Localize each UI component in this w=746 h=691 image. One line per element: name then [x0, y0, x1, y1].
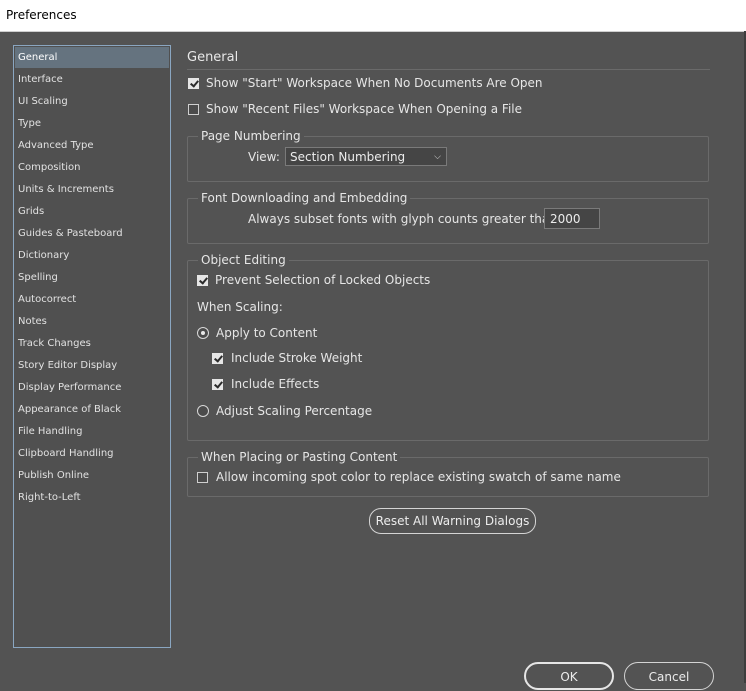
- object-editing-title: Object Editing: [198, 253, 289, 267]
- include-effects-label[interactable]: Include Effects: [231, 377, 319, 391]
- placing-title: When Placing or Pasting Content: [198, 450, 401, 464]
- sidebar-item-grids[interactable]: Grids: [15, 201, 169, 222]
- sidebar-item-right-to-left[interactable]: Right-to-Left: [15, 487, 169, 508]
- sidebar-item-ui-scaling[interactable]: UI Scaling: [15, 91, 169, 112]
- title-bar: Preferences: [0, 0, 746, 32]
- page-title: General: [187, 50, 239, 65]
- cancel-button[interactable]: Cancel: [624, 662, 714, 690]
- sidebar-item-notes[interactable]: Notes: [15, 311, 169, 332]
- sidebar-item-track-changes[interactable]: Track Changes: [15, 333, 169, 354]
- prevent-selection-checkbox[interactable]: [197, 275, 208, 286]
- sidebar-item-file-handling[interactable]: File Handling: [15, 421, 169, 442]
- include-stroke-weight-checkbox[interactable]: [212, 353, 223, 364]
- sidebar-item-publish-online[interactable]: Publish Online: [15, 465, 169, 486]
- show-recent-files-checkbox[interactable]: [188, 104, 199, 115]
- window-title: Preferences: [6, 8, 77, 22]
- apply-to-content-label[interactable]: Apply to Content: [216, 326, 317, 340]
- spot-color-checkbox[interactable]: [197, 472, 208, 483]
- show-start-workspace-label[interactable]: Show "Start" Workspace When No Documents…: [206, 76, 543, 90]
- reset-warning-dialogs-button[interactable]: Reset All Warning Dialogs: [369, 508, 536, 534]
- spot-color-label[interactable]: Allow incoming spot color to replace exi…: [216, 470, 621, 484]
- sidebar-item-spelling[interactable]: Spelling: [15, 267, 169, 288]
- include-stroke-weight-label[interactable]: Include Stroke Weight: [231, 351, 362, 365]
- adjust-scaling-percentage-radio[interactable]: [197, 405, 209, 417]
- when-scaling-label: When Scaling:: [197, 300, 283, 314]
- sidebar-item-advanced-type[interactable]: Advanced Type: [15, 135, 169, 156]
- title-divider: [187, 69, 710, 70]
- font-downloading-title: Font Downloading and Embedding: [198, 191, 411, 205]
- sidebar-item-clipboard-handling[interactable]: Clipboard Handling: [15, 443, 169, 464]
- subset-fonts-label: Always subset fonts with glyph counts gr…: [248, 212, 561, 226]
- sidebar-item-interface[interactable]: Interface: [15, 69, 169, 90]
- sidebar-item-story-editor-display[interactable]: Story Editor Display: [15, 355, 169, 376]
- sidebar-item-display-performance[interactable]: Display Performance: [15, 377, 169, 398]
- view-label: View:: [248, 150, 280, 164]
- sidebar-item-type[interactable]: Type: [15, 113, 169, 134]
- chevron-down-icon: ⌵: [434, 151, 441, 161]
- sidebar-item-guides-pasteboard[interactable]: Guides & Pasteboard: [15, 223, 169, 244]
- sidebar-item-composition[interactable]: Composition: [15, 157, 169, 178]
- show-start-workspace-checkbox[interactable]: [188, 78, 199, 89]
- page-numbering-view-value: Section Numbering: [290, 150, 406, 164]
- sidebar-item-general[interactable]: General: [15, 47, 169, 68]
- page-numbering-title: Page Numbering: [198, 129, 304, 143]
- category-list[interactable]: General Interface UI Scaling Type Advanc…: [13, 45, 171, 648]
- sidebar-item-dictionary[interactable]: Dictionary: [15, 245, 169, 266]
- sidebar-item-units-increments[interactable]: Units & Increments: [15, 179, 169, 200]
- adjust-scaling-percentage-label[interactable]: Adjust Scaling Percentage: [216, 404, 372, 418]
- ok-button[interactable]: OK: [524, 662, 614, 690]
- prevent-selection-label[interactable]: Prevent Selection of Locked Objects: [215, 273, 430, 287]
- page-numbering-view-select[interactable]: Section Numbering ⌵: [285, 147, 447, 166]
- apply-to-content-radio[interactable]: [197, 327, 209, 339]
- include-effects-checkbox[interactable]: [212, 379, 223, 390]
- sidebar-item-autocorrect[interactable]: Autocorrect: [15, 289, 169, 310]
- sidebar-item-appearance-of-black[interactable]: Appearance of Black: [15, 399, 169, 420]
- show-recent-files-label[interactable]: Show "Recent Files" Workspace When Openi…: [206, 102, 522, 116]
- glyph-count-input[interactable]: 2000: [544, 208, 600, 229]
